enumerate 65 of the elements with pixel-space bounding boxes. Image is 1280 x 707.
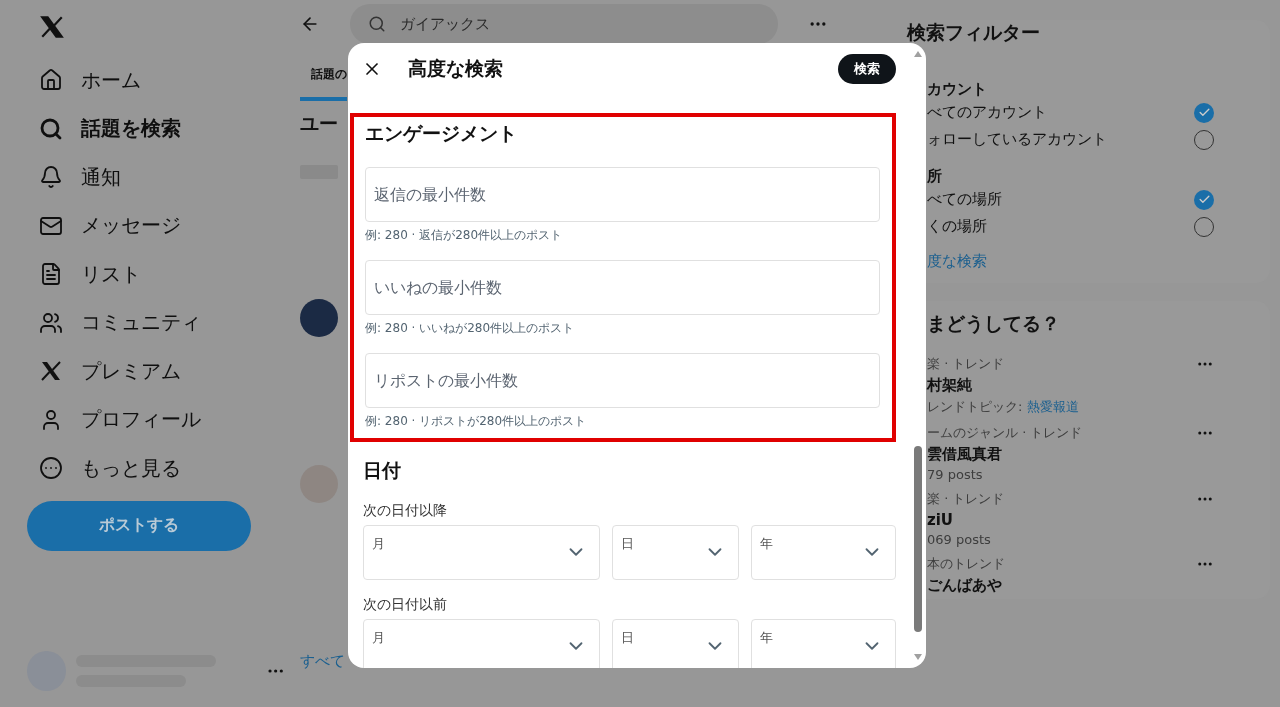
date-select[interactable]: 年 — [751, 619, 896, 668]
input-field[interactable]: いいねの最小件数 — [365, 260, 880, 315]
nav-icon — [39, 68, 63, 93]
dialog-title: 高度な検索 — [408, 56, 504, 81]
section-heading: 日付 — [363, 458, 402, 483]
trend-category: 楽 · トレンド — [927, 355, 1006, 373]
field-hint: 例: 280 · 返信が280件以上のポスト — [365, 227, 564, 244]
group-heading: 所 — [926, 167, 943, 186]
date-select[interactable]: 年 — [751, 525, 896, 580]
trend-name[interactable]: 村架純 — [927, 376, 1079, 395]
trend-name[interactable]: 雲借風真君 — [927, 445, 1083, 464]
radio-button[interactable] — [1194, 102, 1214, 123]
trend-category: 本のトレンド — [927, 555, 1005, 573]
date-select[interactable]: 日 — [612, 525, 739, 580]
search-button[interactable]: 検索 — [838, 54, 896, 84]
input-field[interactable]: 返信の最小件数 — [365, 167, 880, 222]
field-hint: 例: 280 · いいねが280件以上のポスト — [365, 320, 576, 337]
date-label: 次の日付以前 — [363, 596, 448, 614]
search-field[interactable]: ガイアックス — [350, 4, 778, 44]
scrollbar-thumb[interactable] — [914, 446, 922, 632]
trend-name[interactable]: ziU — [927, 511, 1005, 529]
option-label: ォローしているアカウント — [927, 130, 1107, 149]
option-label: べての場所 — [927, 190, 1002, 209]
section-title: ユー — [300, 111, 338, 136]
trend-name[interactable]: ごんばあや — [927, 576, 1005, 595]
date-select[interactable]: 月 — [363, 619, 600, 668]
nav-item[interactable]: ホーム — [27, 56, 285, 105]
input-field[interactable]: リポストの最小件数 — [365, 353, 880, 408]
nav-item[interactable]: 話題を検索 — [27, 104, 285, 153]
date-label: 次の日付以降 — [363, 502, 448, 520]
trend-category: 楽 · トレンド — [927, 490, 1005, 508]
date-select[interactable]: 月 — [363, 525, 600, 580]
nav-icon — [39, 310, 63, 335]
scroll-down-icon[interactable] — [914, 654, 922, 660]
date-select[interactable]: 日 — [612, 619, 739, 668]
search-icon — [368, 15, 386, 33]
scroll-up-icon[interactable] — [914, 51, 922, 57]
nav-item[interactable]: メッセージ — [27, 201, 285, 250]
trend-posts: 79 posts — [927, 467, 984, 482]
nav-icon — [39, 116, 63, 141]
section-heading: エンゲージメント — [365, 121, 518, 146]
check-icon — [1197, 193, 1211, 206]
filter-title: 検索フィルター — [907, 20, 1041, 45]
nav-item[interactable]: プロフィール — [27, 395, 285, 444]
nav-item[interactable]: プレミアム — [27, 347, 285, 396]
option-label: べてのアカウント — [927, 103, 1047, 122]
nav-item[interactable]: コミュニティ — [27, 298, 285, 347]
nav-item[interactable]: リスト — [27, 250, 285, 299]
nav-icon — [39, 262, 63, 287]
search-value: ガイアックス — [400, 14, 490, 34]
group-heading: カウント — [926, 80, 988, 99]
trend-topic: レンドトピック: 熱愛報道 — [927, 398, 1079, 416]
avatar[interactable] — [300, 299, 338, 337]
trends-title: まどうしてる？ — [927, 311, 1061, 336]
option-label: くの場所 — [927, 217, 987, 236]
radio-button[interactable] — [1194, 189, 1214, 210]
field-hint: 例: 280 · リポストが280件以上のポスト — [365, 413, 588, 430]
nav-icon — [39, 165, 63, 190]
check-icon — [1197, 106, 1211, 119]
nav-item[interactable]: 通知 — [27, 153, 285, 202]
x-logo-icon[interactable] — [39, 14, 65, 40]
trend-category: ームのジャンル · トレンド — [927, 424, 1083, 442]
trend-posts: 069 posts — [927, 532, 992, 547]
nav-icon — [39, 456, 63, 481]
nav-item[interactable]: もっと見る — [27, 444, 285, 493]
